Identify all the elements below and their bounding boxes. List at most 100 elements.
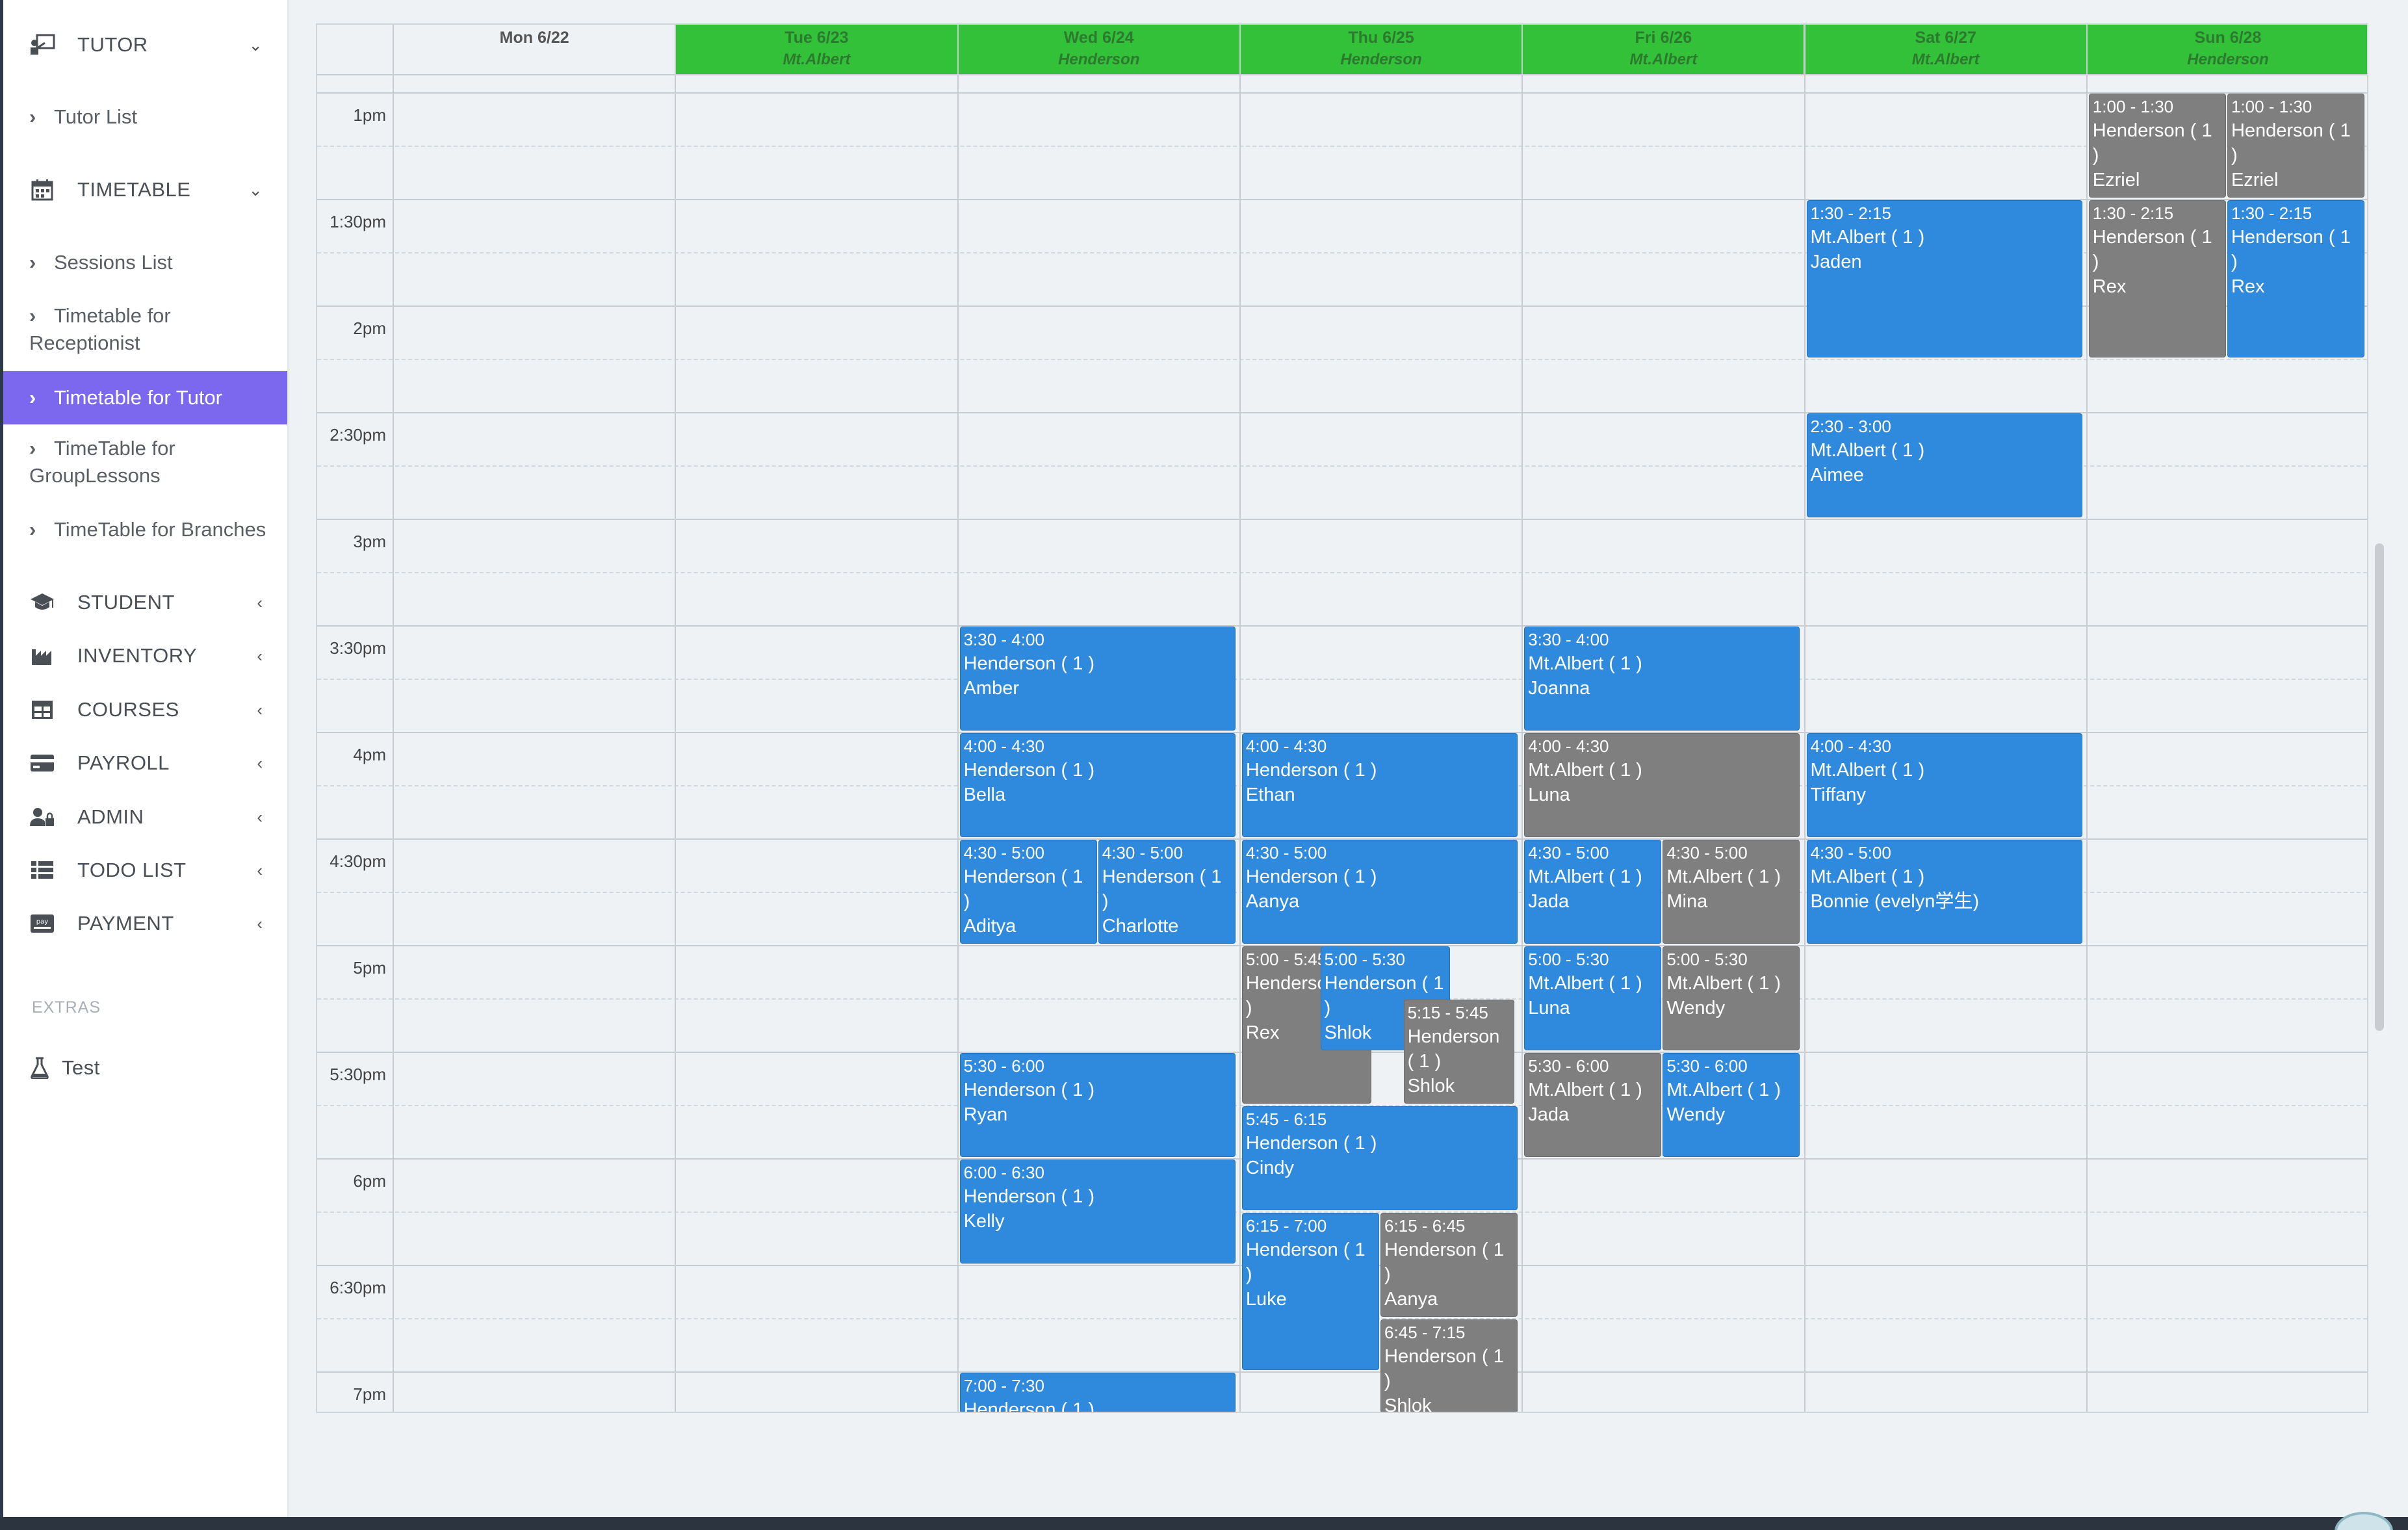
nav-courses[interactable]: COURSES ‹ [3, 687, 287, 733]
session-block[interactable]: 5:30 - 6:00 Mt.Albert ( 1 ) Wendy [1663, 1053, 1800, 1157]
nav-timetable-grouplessons[interactable]: › TimeTable for GroupLessons [3, 435, 287, 489]
session-block[interactable]: 4:30 - 5:00 Henderson ( 1 ) Aanya [1241, 840, 1518, 944]
session-block[interactable]: 1:00 - 1:30 Henderson ( 1 ) Ezriel [2088, 94, 2226, 198]
nav-test-label: Test [62, 1056, 100, 1079]
day-header-date: Fri 6/26 [1635, 29, 1692, 47]
session-student: Mina [1666, 891, 1708, 912]
session-block[interactable]: 1:30 - 2:15 Henderson ( 1 ) Rex [2088, 200, 2226, 357]
session-time: 5:00 - 5:30 [1666, 950, 1748, 969]
day-header[interactable]: Fri 6/26 Mt.Albert [1523, 25, 1804, 74]
day-header[interactable]: Mon 6/22 [394, 25, 675, 74]
session-block[interactable]: 5:30 - 6:00 Mt.Albert ( 1 ) Jada [1524, 1053, 1662, 1157]
session-block[interactable]: 4:30 - 5:00 Mt.Albert ( 1 ) Mina [1663, 840, 1800, 944]
session-time: 7:00 - 7:30 [963, 1376, 1044, 1395]
session-branch: Henderson ( 1 ) [1245, 760, 1377, 781]
help-chat-icon[interactable] [2335, 1512, 2393, 1530]
nav-student[interactable]: STUDENT ‹ [3, 580, 287, 625]
session-block[interactable]: 3:30 - 4:00 Henderson ( 1 ) Amber [959, 627, 1236, 731]
session-student: Kelly [963, 1211, 1005, 1232]
nav-tutor[interactable]: TUTOR ⌄ [3, 22, 287, 68]
session-branch: Henderson ( 1 ) [1407, 1026, 1500, 1072]
nav-todo[interactable]: TODO LIST ‹ [3, 848, 287, 893]
time-label: 7pm [353, 1384, 386, 1404]
session-branch: Mt.Albert ( 1 ) [1528, 653, 1642, 674]
nav-timetable-tutor[interactable]: › Timetable for Tutor [3, 371, 287, 424]
nav-timetable-branches[interactable]: › TimeTable for Branches [3, 516, 287, 543]
session-student: Luke [1245, 1289, 1287, 1310]
session-block[interactable]: 6:15 - 7:00 Henderson ( 1 ) Luke [1241, 1213, 1380, 1370]
slot-line [317, 92, 2367, 94]
sidebar: TUTOR ⌄ › Tutor List TIMETABLE ⌄ › Session… [0, 0, 289, 1517]
chevron-right-icon: › [29, 251, 36, 274]
slot-line [317, 1371, 2367, 1373]
session-time: 5:30 - 6:00 [1666, 1056, 1748, 1076]
session-block[interactable]: 5:30 - 6:00 Henderson ( 1 ) Ryan [959, 1053, 1236, 1157]
day-header-date: Tue 6/23 [784, 29, 849, 47]
session-block[interactable]: 6:00 - 6:30 Henderson ( 1 ) Kelly [959, 1160, 1236, 1264]
chevron-down-icon: ⌄ [248, 34, 263, 55]
svg-text:pay: pay [36, 918, 48, 926]
session-block[interactable]: 7:00 - 7:30 Henderson ( 1 ) [959, 1373, 1236, 1413]
day-header[interactable]: Sat 6/27 Mt.Albert [1805, 25, 2086, 74]
session-branch: Henderson ( 1 ) [963, 1080, 1095, 1100]
session-time: 4:30 - 5:00 [1666, 843, 1748, 862]
session-block[interactable]: 4:30 - 5:00 Mt.Albert ( 1 ) Jada [1524, 840, 1662, 944]
session-block[interactable]: 1:00 - 1:30 Henderson ( 1 ) Ezriel [2227, 94, 2365, 198]
day-header[interactable]: Sun 6/28 Henderson [2087, 25, 2367, 74]
session-branch: Henderson ( 1 ) [963, 653, 1095, 674]
session-block[interactable]: 2:30 - 3:00 Mt.Albert ( 1 ) Aimee [1806, 413, 2082, 517]
session-time: 5:30 - 6:00 [1528, 1056, 1609, 1076]
time-label: 2pm [353, 318, 386, 338]
session-block[interactable]: 4:30 - 5:00 Henderson ( 1 ) Aditya [959, 840, 1097, 944]
session-student: Luna [1528, 784, 1570, 805]
day-header[interactable]: Thu 6/25 Henderson [1240, 25, 1522, 74]
nav-tutor-list[interactable]: › Tutor List [3, 103, 287, 131]
nav-test[interactable]: Test [3, 1045, 287, 1091]
session-block[interactable]: 3:30 - 4:00 Mt.Albert ( 1 ) Joanna [1524, 627, 1800, 731]
day-header-branch: Henderson [2187, 51, 2269, 68]
nav-payroll[interactable]: PAYROLL ‹ [3, 740, 287, 786]
session-branch: Henderson ( 1 ) [1384, 1239, 1504, 1285]
day-header[interactable]: Wed 6/24 Henderson [958, 25, 1239, 74]
nav-payment-label: PAYMENT [77, 912, 174, 935]
session-student: Rex [2092, 276, 2127, 297]
session-block[interactable]: 4:00 - 4:30 Mt.Albert ( 1 ) Tiffany [1806, 733, 2082, 837]
session-block[interactable]: 6:15 - 6:45 Henderson ( 1 ) Aanya [1380, 1213, 1518, 1317]
day-header-branch: Mt.Albert [1629, 51, 1698, 68]
session-block[interactable]: 1:30 - 2:15 Mt.Albert ( 1 ) Jaden [1806, 200, 2082, 357]
session-block[interactable]: 6:45 - 7:15 Henderson ( 1 ) Shlok [1380, 1319, 1518, 1412]
day-column-line [1804, 25, 1806, 1412]
nav-payment[interactable]: pay PAYMENT ‹ [3, 901, 287, 946]
session-block[interactable]: 4:30 - 5:00 Mt.Albert ( 1 ) Bonnie (evelyn… [1806, 840, 2082, 944]
session-branch: Henderson ( 1 ) [963, 1399, 1095, 1413]
day-column-line [675, 25, 677, 1412]
scrollbar[interactable] [2375, 543, 2384, 1031]
session-time: 6:45 - 7:15 [1384, 1323, 1466, 1342]
session-block[interactable]: 5:45 - 6:15 Henderson ( 1 ) Cindy [1241, 1106, 1518, 1210]
session-time: 4:30 - 5:00 [1810, 843, 1891, 862]
day-column-line [957, 25, 959, 1412]
nav-timetable[interactable]: TIMETABLE ⌄ [3, 167, 287, 213]
session-block[interactable]: 5:15 - 5:45 Henderson ( 1 ) Shlok [1403, 1000, 1515, 1104]
session-block[interactable]: 4:30 - 5:00 Henderson ( 1 ) Charlotte [1098, 840, 1236, 944]
session-block[interactable]: 4:00 - 4:30 Mt.Albert ( 1 ) Luna [1524, 733, 1800, 837]
time-label: 4pm [353, 745, 386, 764]
nav-admin[interactable]: ADMIN ‹ [3, 794, 287, 840]
session-student: Charlotte [1102, 916, 1179, 937]
nav-inventory[interactable]: INVENTORY ‹ [3, 633, 287, 679]
session-block[interactable]: 5:00 - 5:30 Mt.Albert ( 1 ) Luna [1524, 946, 1662, 1050]
session-branch: Henderson ( 1 ) [963, 760, 1095, 781]
session-block[interactable]: 4:00 - 4:30 Henderson ( 1 ) Ethan [1241, 733, 1518, 837]
day-header[interactable]: Tue 6/23 Mt.Albert [676, 25, 957, 74]
nav-timetable-receptionist[interactable]: › Timetable for Receptionist [3, 302, 287, 357]
nav-sessions-list[interactable]: › Sessions List [3, 249, 287, 276]
session-block[interactable]: 4:00 - 4:30 Henderson ( 1 ) Bella [959, 733, 1236, 837]
session-time: 4:30 - 5:00 [1245, 843, 1327, 862]
session-branch: Mt.Albert ( 1 ) [1666, 866, 1781, 887]
session-block[interactable]: 1:30 - 2:15 Henderson ( 1 ) Rex [2227, 200, 2365, 357]
session-time: 3:30 - 4:00 [963, 630, 1044, 649]
slot-quarter-line [317, 146, 2367, 147]
timetable-calendar: 1pm 1:30pm 2pm 2:30pm 3pm 3:30pm 4pm 4:30pm 5pm 5… [316, 23, 2368, 1413]
session-branch: Henderson ( 1 ) [963, 866, 1083, 912]
session-block[interactable]: 5:00 - 5:30 Mt.Albert ( 1 ) Wendy [1663, 946, 1800, 1050]
